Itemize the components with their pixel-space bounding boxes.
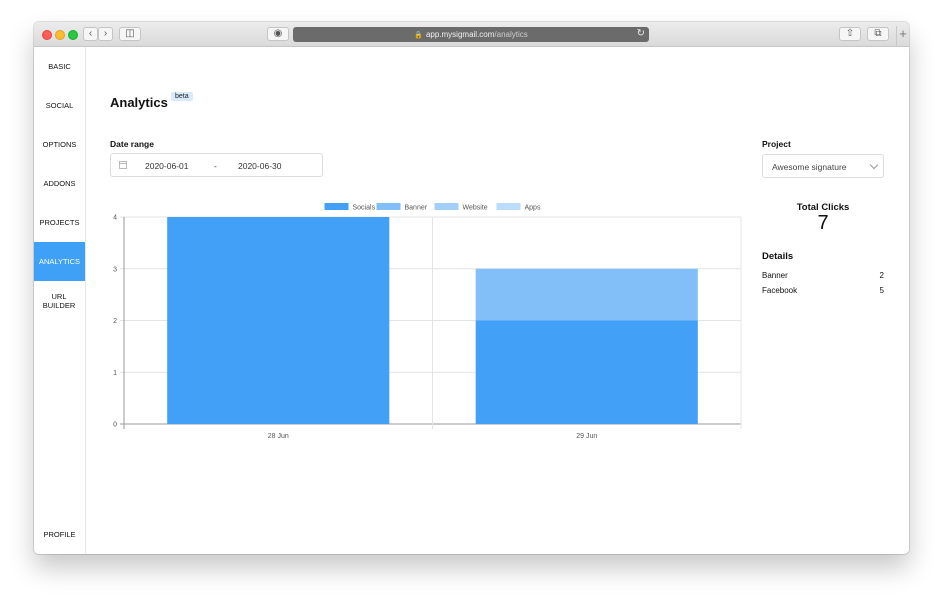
legend-label-socials: Socials (353, 205, 376, 212)
tabs-overview-icon[interactable]: ⧉ (867, 27, 889, 41)
legend-label-website: Website (463, 205, 488, 212)
project-select[interactable]: Awesome signature (762, 154, 884, 178)
sidebar-item-basic[interactable]: BASIC (34, 47, 85, 86)
close-window-button[interactable] (42, 30, 52, 40)
legend-label-banner: Banner (405, 205, 428, 212)
main-content: Analytics beta Date range 2020-06-01 - 2… (86, 47, 909, 554)
sidebar-toggle-icon[interactable]: ◫ (119, 27, 141, 41)
new-tab-icon[interactable]: + (896, 26, 909, 46)
bar-banner-1 (475, 268, 698, 321)
sidebar-item-projects[interactable]: PROJECTS (34, 203, 85, 242)
legend-swatch-banner (376, 203, 401, 210)
zoom-window-button[interactable] (68, 30, 78, 40)
browser-window: ‹ › ◫ ◉ 🔒 app.mysigmail.com/analytics ↻ … (34, 22, 909, 554)
forward-arrow-icon[interactable]: › (98, 27, 113, 41)
x-tick-label: 29 Jun (576, 433, 597, 440)
sidebar-item-label: SOCIAL (45, 101, 74, 110)
y-tick-label: 0 (113, 422, 117, 429)
date-range-label: Date range (110, 139, 154, 149)
detail-count: 2 (879, 271, 884, 280)
sidebar-item-options[interactable]: OPTIONS (34, 125, 85, 164)
y-tick-label: 3 (113, 266, 117, 273)
sidebar-item-label: ANALYTICS (38, 257, 81, 266)
project-selected-value: Awesome signature (772, 162, 847, 172)
legend-swatch-apps (496, 203, 521, 210)
date-separator: - (214, 161, 217, 171)
date-start-value[interactable]: 2020-06-01 (145, 161, 188, 171)
sidebar-item-label: URL BUILDER (42, 291, 76, 310)
y-tick-label: 2 (113, 318, 117, 325)
minimize-window-button[interactable] (55, 30, 65, 40)
page-title: Analytics (110, 95, 168, 110)
clicks-chart: 0 1 2 3 4 28 Jun 29 Jun Socials Banner Website App… (86, 197, 756, 447)
y-tick-label: 4 (113, 215, 117, 222)
sidebar: BASIC SOCIAL OPTIONS ADDONS PROJECTS ANA… (34, 47, 86, 554)
sidebar-item-label: PROFILE (43, 530, 76, 539)
project-label: Project (762, 139, 791, 149)
lock-icon: 🔒 (414, 31, 423, 39)
legend-swatch-socials (324, 203, 349, 210)
legend-label-apps: Apps (525, 205, 541, 212)
clicks-bar-chart: 0 1 2 3 4 28 Jun 29 Jun Socials Banner Website App… (113, 203, 742, 440)
beta-badge: beta (171, 92, 193, 101)
privacy-report-icon[interactable]: ◉ (267, 27, 289, 41)
details-title: Details (762, 251, 794, 262)
url-path: /analytics (494, 30, 528, 39)
total-clicks-value: 7 (817, 212, 829, 234)
y-tick-label: 1 (113, 370, 117, 377)
sidebar-item-label: ADDONS (43, 179, 76, 188)
share-icon[interactable]: ⇧ (839, 27, 861, 41)
sidebar-item-profile[interactable]: PROFILE (34, 515, 85, 554)
date-range-picker[interactable]: 2020-06-01 - 2020-06-30 (110, 153, 323, 177)
bar-socials-1 (475, 320, 698, 424)
sidebar-item-label: PROJECTS (39, 218, 80, 227)
date-end-value[interactable]: 2020-06-30 (238, 161, 281, 171)
back-arrow-icon[interactable]: ‹ (83, 27, 98, 41)
sidebar-item-social[interactable]: SOCIAL (34, 86, 85, 125)
address-bar[interactable]: 🔒 app.mysigmail.com/analytics ↻ (293, 27, 649, 42)
bar-socials-0 (167, 217, 390, 424)
sidebar-item-url-builder[interactable]: URL BUILDER (39, 281, 79, 320)
calendar-icon (119, 161, 127, 169)
sidebar-item-analytics[interactable]: ANALYTICS (34, 242, 85, 281)
url-host: app.mysigmail.com (425, 30, 495, 39)
sidebar-item-label: BASIC (48, 62, 71, 71)
chevron-down-icon (869, 160, 879, 170)
sidebar-item-label: OPTIONS (42, 140, 77, 149)
detail-count: 5 (879, 286, 884, 295)
detail-name: Banner (762, 271, 788, 280)
reload-icon[interactable]: ↻ (637, 28, 645, 39)
detail-name: Facebook (762, 286, 798, 295)
legend-swatch-website (434, 203, 459, 210)
sidebar-item-addons[interactable]: ADDONS (34, 164, 85, 203)
x-tick-label: 28 Jun (268, 433, 289, 440)
browser-titlebar: ‹ › ◫ ◉ 🔒 app.mysigmail.com/analytics ↻ … (34, 22, 909, 47)
